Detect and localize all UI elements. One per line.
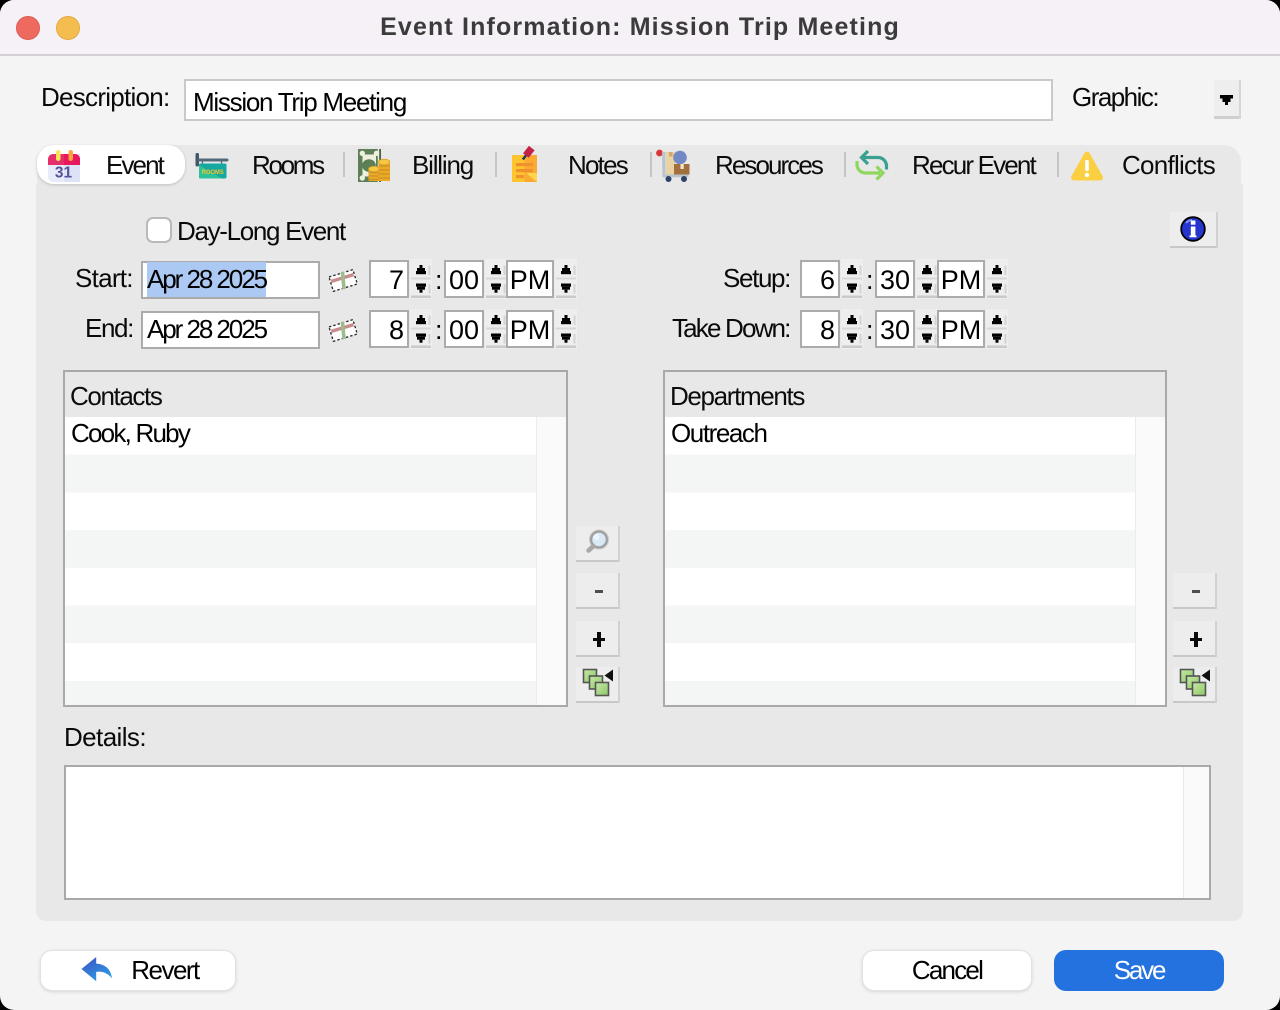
- svg-text:31: 31: [55, 165, 73, 182]
- svg-text:ROOMS: ROOMS: [202, 169, 224, 176]
